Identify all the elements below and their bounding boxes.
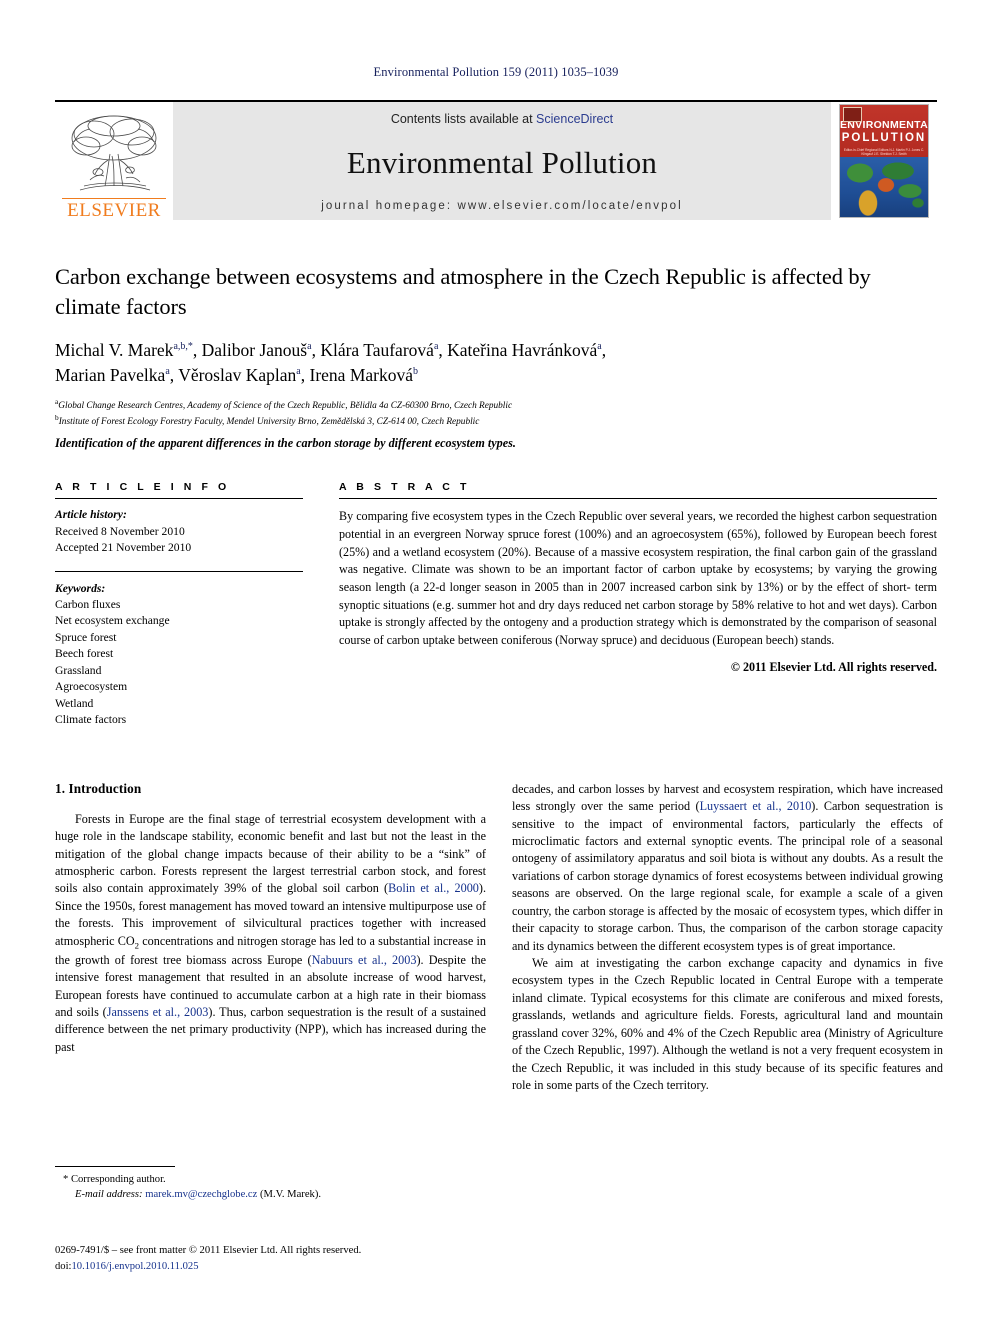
keyword-item: Beech forest xyxy=(55,647,114,661)
page-title: Carbon exchange between ecosystems and a… xyxy=(55,264,871,319)
elsevier-wordmark: ELSEVIER xyxy=(62,198,166,220)
sciencedirect-link[interactable]: ScienceDirect xyxy=(536,112,613,126)
keyword-item: Spruce forest xyxy=(55,630,117,644)
author-affil-marker: a xyxy=(165,365,170,377)
cover-publisher-badge-icon xyxy=(843,107,862,122)
article-history-label: Article history: xyxy=(55,508,127,522)
journal-name: Environmental Pollution xyxy=(346,145,658,180)
author-name: Dalibor Janouš xyxy=(201,339,308,360)
author-affil-marker: a,b,* xyxy=(173,341,193,353)
author-name: Klára Taufarová xyxy=(320,339,434,360)
citation-janssens[interactable]: Janssens et al., 2003 xyxy=(107,1005,209,1019)
article-info-heading: A R T I C L E I N F O xyxy=(55,481,230,494)
author-affil-marker: b xyxy=(413,365,418,377)
journal-cover-image: ENVIRONMENTAL POLLUTION Editor-in-Chief … xyxy=(839,104,929,218)
abstract-column: A B S T R A C T By comparing five ecosys… xyxy=(339,481,937,728)
accepted-date: Accepted 21 November 2010 xyxy=(55,541,192,555)
body-column-left: 1. Introduction Forests in Europe are th… xyxy=(55,781,486,1095)
keyword-item: Grassland xyxy=(55,663,102,677)
journal-homepage-link[interactable]: journal homepage: www.elsevier.com/locat… xyxy=(321,200,683,212)
intro-paragraph-right-2: We aim at investigating the carbon excha… xyxy=(512,956,943,1093)
author-affil-marker: a xyxy=(307,341,312,353)
imprint-block: 0269-7491/$ – see front matter © 2011 El… xyxy=(55,1243,495,1275)
keyword-item: Wetland xyxy=(55,696,94,710)
email-attribution: (M.V. Marek). xyxy=(257,1189,321,1201)
author-name: Kateřina Havránková xyxy=(447,339,598,360)
abstract-heading: A B S T R A C T xyxy=(339,481,470,494)
cover-header-band: ENVIRONMENTAL POLLUTION Editor-in-Chief … xyxy=(840,105,928,157)
masthead-center: Contents lists available at ScienceDirec… xyxy=(173,102,831,220)
author-list: Michal V. Mareka,b,*, Dalibor Janouša, K… xyxy=(55,339,607,385)
journal-masthead: ELSEVIER Contents lists available at Sci… xyxy=(55,100,937,220)
contents-available-line: Contents lists available at ScienceDirec… xyxy=(391,112,613,126)
running-head: Environmental Pollution 159 (2011) 1035–… xyxy=(373,65,619,79)
keyword-item: Net ecosystem exchange xyxy=(55,614,170,628)
info-abstract-region: A R T I C L E I N F O Article history: R… xyxy=(55,481,937,728)
article-highlight: Identification of the apparent differenc… xyxy=(55,436,516,451)
article-page: Environmental Pollution 159 (2011) 1035–… xyxy=(0,0,992,1323)
citation-luyssaert[interactable]: Luyssaert et al., 2010 xyxy=(700,799,812,813)
contents-prefix: Contents lists available at xyxy=(390,112,537,126)
affiliation-b: bInstitute of Forest Ecology Forestry Fa… xyxy=(55,413,937,430)
corresponding-author-note: * Corresponding author. xyxy=(63,1174,166,1185)
author-name: Marian Pavelka xyxy=(55,364,166,385)
footnote-block: * Corresponding author. E-mail address: … xyxy=(55,1166,486,1203)
author-affil-marker: a xyxy=(597,341,602,353)
keyword-item: Climate factors xyxy=(55,713,127,727)
cover-world-map-graphic xyxy=(840,157,928,217)
author-name: Irena Marková xyxy=(309,364,414,385)
title-block: Carbon exchange between ecosystems and a… xyxy=(55,262,937,451)
author-name: Věroslav Kaplan xyxy=(178,364,297,385)
introduction-section: 1. Introduction Forests in Europe are th… xyxy=(55,781,943,1095)
author-name: Michal V. Marek xyxy=(55,339,174,360)
cover-editor-names: Editor-in-Chief Regional Editors N.J. Ma… xyxy=(843,147,925,157)
email-note: E-mail address: marek.mv@czechglobe.cz (… xyxy=(55,1187,486,1202)
intro-paragraph-left: Forests in Europe are the final stage of… xyxy=(55,811,486,1057)
keywords-label: Keywords: xyxy=(55,581,106,595)
doi-label: doi: xyxy=(55,1260,72,1272)
received-date: Received 8 November 2010 xyxy=(55,524,185,538)
affiliation-b-text: Institute of Forest Ecology Forestry Fac… xyxy=(58,417,480,428)
doi-line: doi:10.1016/j.envpol.2010.11.025 xyxy=(55,1259,495,1275)
keyword-item: Agroecosystem xyxy=(55,680,128,694)
body-column-right: decades, and carbon losses by harvest an… xyxy=(512,781,943,1095)
elsevier-tree-icon xyxy=(64,112,164,198)
issn-front-matter: 0269-7491/$ – see front matter © 2011 El… xyxy=(55,1245,362,1256)
email-label: E-mail address: xyxy=(75,1189,143,1201)
author-affil-marker: a xyxy=(296,365,301,377)
affiliations: aGlobal Change Research Centres, Academy… xyxy=(55,397,937,431)
doi-link[interactable]: 10.1016/j.envpol.2010.11.025 xyxy=(71,1261,198,1272)
elsevier-logo: ELSEVIER xyxy=(55,102,173,220)
intro-right-text-2: ). Carbon sequestration is sensitive to … xyxy=(512,799,943,953)
intro-paragraph-right-1: decades, and carbon losses by harvest an… xyxy=(512,781,943,955)
affiliation-a-text: Global Change Research Centres, Academy … xyxy=(58,400,513,411)
article-history-block: Article history: Received 8 November 201… xyxy=(55,499,303,556)
cover-title-line2: POLLUTION xyxy=(841,131,927,144)
section-heading-introduction: 1. Introduction xyxy=(55,780,142,796)
keywords-divider xyxy=(55,570,303,572)
author-affil-marker: a xyxy=(433,341,439,353)
email-link[interactable]: marek.mv@czechglobe.cz xyxy=(145,1189,257,1200)
citation-nabuurs[interactable]: Nabuurs et al., 2003 xyxy=(312,953,417,967)
keywords-block: Keywords: Carbon fluxes Net ecosystem ex… xyxy=(55,581,303,729)
journal-cover-wrap: ENVIRONMENTAL POLLUTION Editor-in-Chief … xyxy=(831,102,937,220)
abstract-copyright: © 2011 Elsevier Ltd. All rights reserved… xyxy=(730,660,937,675)
citation-bolin[interactable]: Bolin et al., 2000 xyxy=(388,881,479,895)
article-info-column: A R T I C L E I N F O Article history: R… xyxy=(55,481,303,728)
abstract-text: By comparing five ecosystem types in the… xyxy=(339,509,937,647)
keyword-item: Carbon fluxes xyxy=(55,598,121,612)
footnote-rule xyxy=(55,1166,175,1167)
affiliation-a: aGlobal Change Research Centres, Academy… xyxy=(55,397,937,414)
